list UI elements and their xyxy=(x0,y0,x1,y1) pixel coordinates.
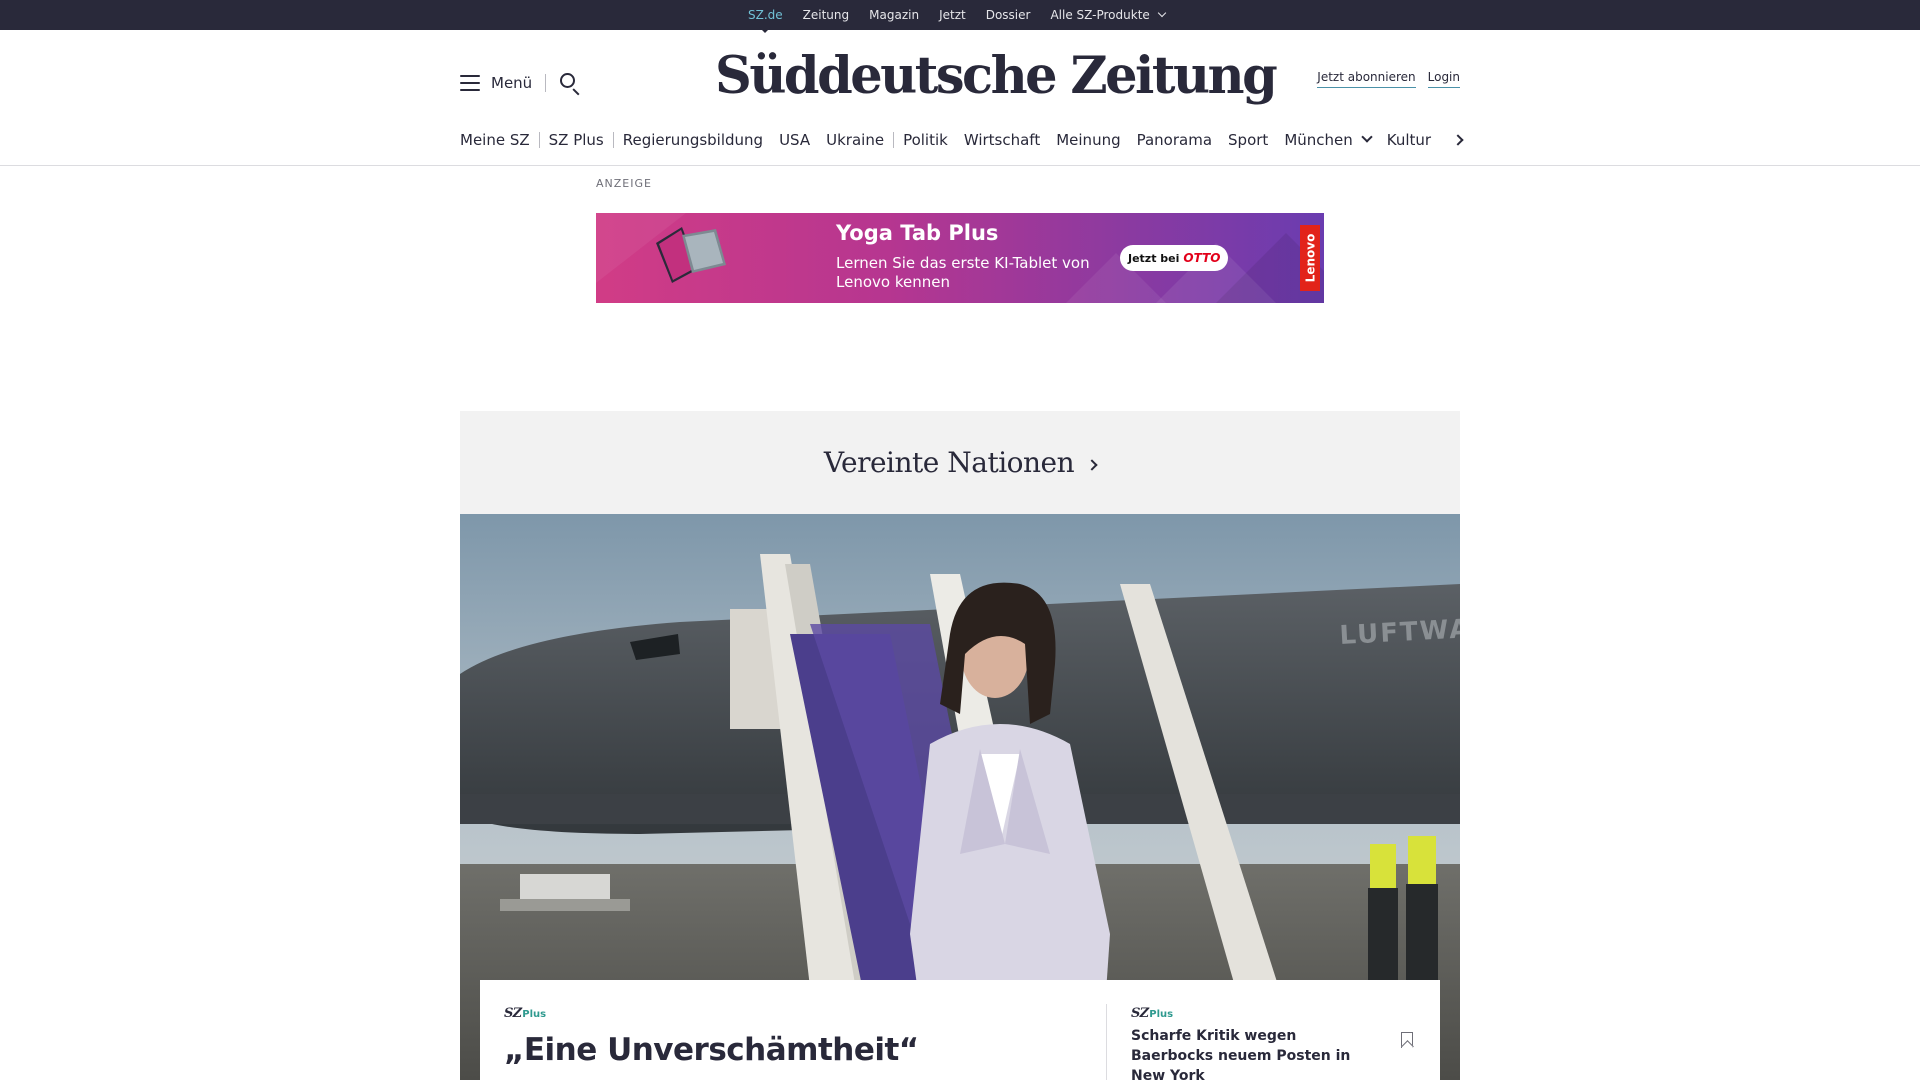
product-link-magazin[interactable]: Magazin xyxy=(869,8,919,22)
nav-item-sz-plus[interactable]: SZ Plus xyxy=(549,131,604,149)
sz-plus-badge-plus: Plus xyxy=(1149,1009,1174,1020)
nav-item-ukraine[interactable]: Ukraine xyxy=(826,131,884,149)
subscribe-link[interactable]: Jetzt abonnieren xyxy=(1317,70,1416,88)
ad-banner[interactable]: Yoga Tab Plus Lernen Sie das erste KI-Ta… xyxy=(596,213,1324,303)
teaser-divider xyxy=(1106,1004,1107,1080)
bookmark-icon[interactable] xyxy=(1401,1032,1413,1048)
section-header: Vereinte Nationen xyxy=(460,411,1460,514)
sz-plus-badge: SZ Plus xyxy=(504,1006,546,1021)
nav-item-regierungsbildung[interactable]: Regierungsbildung xyxy=(623,131,763,149)
ad-text: Lernen Sie das erste KI-Tablet von Lenov… xyxy=(836,254,1090,291)
chevron-right-icon xyxy=(1086,459,1098,471)
product-link-szde[interactable]: SZ.de xyxy=(748,8,783,33)
nav-item-muenchen-label: München xyxy=(1284,131,1353,149)
menu-button[interactable]: Menü xyxy=(491,74,532,92)
teaser-card: SZ Plus „Eine Unverschämtheit“ SZ Plus S… xyxy=(480,980,1440,1080)
main-headline[interactable]: „Eine Unverschämtheit“ xyxy=(504,1032,919,1068)
nav-separator xyxy=(612,132,614,148)
product-link-jetzt[interactable]: Jetzt xyxy=(939,8,966,22)
active-indicator-icon xyxy=(759,27,772,33)
nav-item-muenchen[interactable]: München xyxy=(1284,131,1373,149)
sz-plus-badge: SZ Plus xyxy=(1131,1006,1173,1021)
ad-label: ANZEIGE xyxy=(596,177,652,190)
side-headline[interactable]: Scharfe Kritik wegen Baerbocks neuem Pos… xyxy=(1131,1026,1371,1080)
chevron-down-icon xyxy=(1157,8,1167,18)
login-link[interactable]: Login xyxy=(1427,70,1460,88)
ad-cta-label: Jetzt bei xyxy=(1128,251,1180,265)
nav-item-usa[interactable]: USA xyxy=(779,131,810,149)
sz-plus-badge-sz: SZ xyxy=(504,1006,522,1021)
section-title: Vereinte Nationen xyxy=(823,446,1075,479)
nav-item-politik[interactable]: Politik xyxy=(903,131,948,149)
nav-separator xyxy=(893,132,895,148)
nav-item-sport[interactable]: Sport xyxy=(1228,131,1268,149)
product-bar: SZ.de Zeitung Magazin Jetzt Dossier Alle… xyxy=(0,0,1920,33)
header-left-controls: Menü xyxy=(460,70,582,96)
site-logo[interactable]: Süddeutsche Zeitung xyxy=(715,46,1278,106)
product-dropdown-label: Alle SZ-Produkte xyxy=(1050,8,1150,22)
product-link-zeitung[interactable]: Zeitung xyxy=(803,8,849,22)
nav-separator xyxy=(538,132,540,148)
nav-item-kultur[interactable]: Kultur xyxy=(1387,131,1431,149)
product-nav: SZ.de Zeitung Magazin Jetzt Dossier Alle… xyxy=(748,0,1167,33)
nav-scroll-right-icon[interactable] xyxy=(1452,132,1466,148)
header-divider xyxy=(0,165,1920,166)
ad-cta-button[interactable]: Jetzt bei OTTO xyxy=(1120,245,1229,271)
nav-item-meinung[interactable]: Meinung xyxy=(1056,131,1120,149)
section-nav: Meine SZ SZ Plus Regierungsbildung USA U… xyxy=(460,129,1431,151)
header-separator xyxy=(545,74,547,92)
product-link-dossier[interactable]: Dossier xyxy=(986,8,1031,22)
search-icon[interactable] xyxy=(558,71,582,96)
otto-logo: OTTO xyxy=(1183,251,1221,265)
lenovo-logo: Lenovo xyxy=(1300,225,1320,291)
chevron-down-icon xyxy=(1361,131,1373,143)
product-dropdown-all[interactable]: Alle SZ-Produkte xyxy=(1050,8,1167,22)
section-title-link[interactable]: Vereinte Nationen xyxy=(823,446,1098,479)
header-account-links: Jetzt abonnieren Login xyxy=(1317,70,1460,88)
nav-item-wirtschaft[interactable]: Wirtschaft xyxy=(964,131,1040,149)
product-link-label: SZ.de xyxy=(748,8,783,22)
nav-item-panorama[interactable]: Panorama xyxy=(1137,131,1212,149)
hamburger-menu-icon[interactable] xyxy=(460,75,480,91)
nav-item-meine-sz[interactable]: Meine SZ xyxy=(460,131,530,149)
sz-plus-badge-sz: SZ xyxy=(1131,1006,1149,1021)
sz-plus-badge-plus: Plus xyxy=(522,1009,547,1020)
tablet-image-icon xyxy=(656,227,726,283)
ad-title: Yoga Tab Plus xyxy=(836,221,999,245)
